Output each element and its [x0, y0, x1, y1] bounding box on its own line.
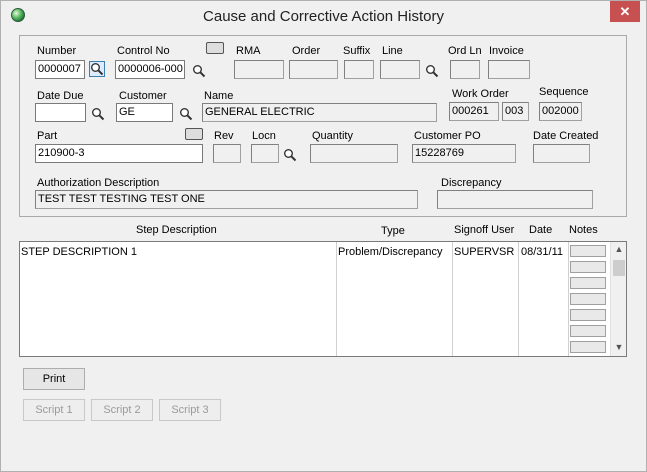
ord-ln-label: Ord Ln [448, 45, 482, 57]
control-no-lookup-icon[interactable] [192, 64, 208, 80]
customer-po-label: Customer PO [414, 130, 481, 142]
number-label: Number [37, 45, 77, 57]
locn-lookup-icon[interactable] [283, 148, 299, 164]
step-type-cell[interactable]: Problem/Discrepancy [338, 246, 443, 258]
cause-corrective-action-window: Cause and Corrective Action History ✕ Nu… [0, 0, 647, 472]
print-button[interactable]: Print [23, 368, 85, 390]
invoice-label: Invoice [489, 45, 524, 57]
type-header[interactable]: Type [381, 225, 405, 237]
date-header[interactable]: Date [529, 224, 552, 236]
work-order-label: Work Order [452, 88, 509, 100]
steps-grid[interactable]: STEP DESCRIPTION 1 Problem/Discrepancy S… [19, 241, 627, 357]
control-no-field[interactable]: 0000006-000 [115, 60, 185, 79]
step-date-cell[interactable]: 08/31/11 [521, 246, 563, 258]
customer-po-field: 15228769 [412, 144, 516, 163]
discrepancy-field [437, 190, 593, 209]
work-order-seq-field: 003 [502, 102, 529, 121]
name-field: GENERAL ELECTRIC [202, 103, 437, 122]
auth-desc-field: TEST TEST TESTING TEST ONE [35, 190, 418, 209]
grid-divider [336, 242, 337, 356]
quantity-label: Quantity [312, 130, 353, 142]
customer-lookup-icon[interactable] [179, 107, 195, 123]
scroll-up-icon[interactable]: ▲ [611, 244, 627, 254]
notes-button[interactable] [570, 277, 606, 289]
rma-label: RMA [236, 45, 261, 57]
line-label: Line [382, 45, 403, 57]
order-label: Order [292, 45, 321, 57]
header-panel: Number 0000007 Control No 0000006-000 RM… [19, 35, 627, 217]
locn-label: Locn [252, 130, 276, 142]
line-lookup-icon[interactable] [425, 64, 441, 80]
date-due-lookup-icon[interactable] [91, 107, 107, 123]
grid-divider [518, 242, 519, 356]
auth-desc-label: Authorization Description [37, 177, 160, 189]
card-icon[interactable] [206, 42, 224, 54]
date-created-label: Date Created [533, 130, 599, 142]
rma-field [234, 60, 284, 79]
grid-divider [452, 242, 453, 356]
date-due-label: Date Due [37, 90, 84, 102]
scroll-down-icon[interactable]: ▼ [611, 342, 627, 352]
step-description-cell[interactable]: STEP DESCRIPTION 1 [21, 246, 137, 258]
vertical-scrollbar[interactable]: ▲ ▼ [610, 242, 626, 356]
scroll-thumb[interactable] [613, 260, 625, 276]
notes-button[interactable] [570, 293, 606, 305]
notes-button[interactable] [570, 261, 606, 273]
order-field [289, 60, 338, 79]
part-field[interactable]: 210900-3 [35, 144, 203, 163]
customer-label: Customer [119, 90, 167, 102]
number-field[interactable]: 0000007 [35, 60, 85, 79]
part-card-icon[interactable] [185, 128, 203, 140]
notes-button[interactable] [570, 341, 606, 353]
discrepancy-label: Discrepancy [441, 177, 502, 189]
sequence-label: Sequence [539, 86, 589, 98]
number-lookup-icon[interactable] [89, 61, 105, 77]
notes-button[interactable] [570, 325, 606, 337]
step-description-header[interactable]: Step Description [136, 224, 217, 236]
script2-button[interactable]: Script 2 [91, 399, 153, 421]
script3-button[interactable]: Script 3 [159, 399, 221, 421]
date-created-field [533, 144, 590, 163]
script1-button[interactable]: Script 1 [23, 399, 85, 421]
line-field [380, 60, 420, 79]
grid-divider [568, 242, 569, 356]
locn-field [251, 144, 279, 163]
signoff-user-header[interactable]: Signoff User [454, 224, 514, 236]
window-title: Cause and Corrective Action History [203, 8, 444, 25]
step-signoff-cell[interactable]: SUPERVSR [454, 246, 514, 258]
invoice-field [488, 60, 530, 79]
ord-ln-field [450, 60, 480, 79]
date-due-field[interactable] [35, 103, 86, 122]
quantity-field [310, 144, 398, 163]
title-bar: Cause and Corrective Action History ✕ [1, 1, 646, 31]
rev-field [213, 144, 241, 163]
rev-label: Rev [214, 130, 234, 142]
part-label: Part [37, 130, 58, 142]
notes-button[interactable] [570, 309, 606, 321]
close-button[interactable]: ✕ [610, 1, 640, 22]
suffix-label: Suffix [343, 45, 371, 57]
notes-button[interactable] [570, 245, 606, 257]
suffix-field [344, 60, 374, 79]
work-order-field: 000261 [449, 102, 499, 121]
sequence-field: 002000 [539, 102, 582, 121]
control-no-label: Control No [117, 45, 170, 57]
name-label: Name [204, 90, 234, 102]
notes-header[interactable]: Notes [569, 224, 598, 236]
customer-field[interactable]: GE [116, 103, 173, 122]
